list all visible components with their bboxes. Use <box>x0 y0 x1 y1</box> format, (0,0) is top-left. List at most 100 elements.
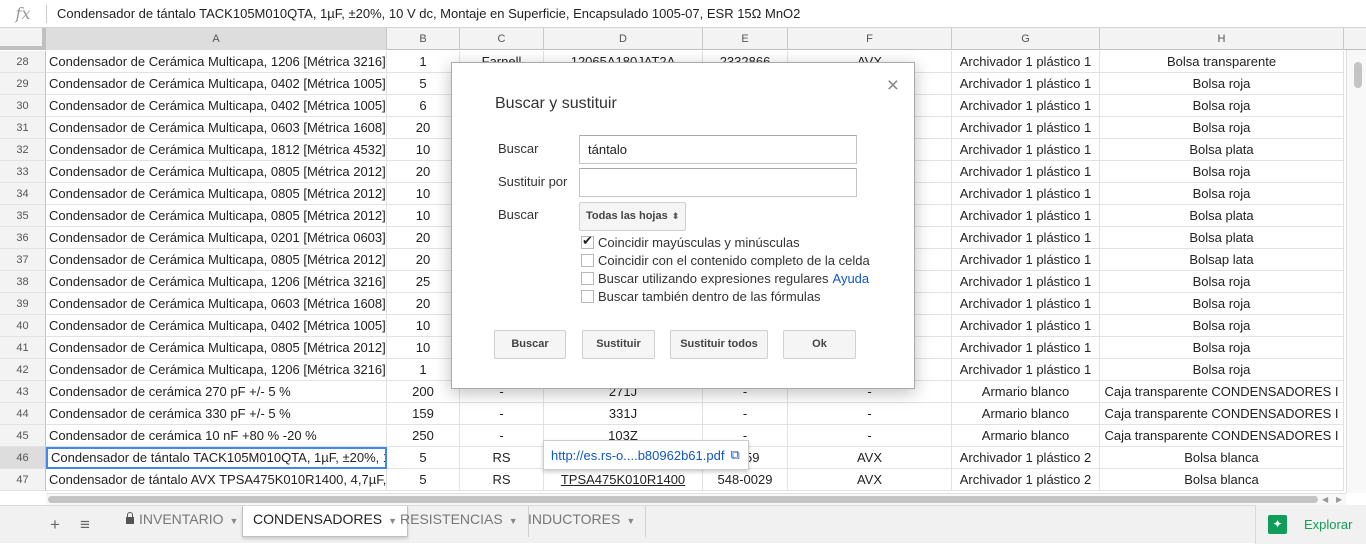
replace-all-button[interactable]: Sustituir todos <box>670 330 768 359</box>
column-header-g[interactable]: G <box>952 28 1100 50</box>
cell-h[interactable]: Bolsa roja <box>1100 315 1344 337</box>
cell-e[interactable]: 548-0029 <box>703 469 788 491</box>
cell-h[interactable]: Bolsap lata <box>1100 249 1344 271</box>
row-number[interactable]: 42 <box>0 359 46 381</box>
cell-a[interactable]: Condensador de Cerámica Multicapa, 1206 … <box>46 359 387 381</box>
cell-b[interactable]: 25 <box>387 271 460 293</box>
column-header-b[interactable]: B <box>387 28 460 50</box>
cell-a[interactable]: Condensador de Cerámica Multicapa, 0805 … <box>46 161 387 183</box>
column-header-c[interactable]: C <box>460 28 544 50</box>
cell-c[interactable]: RS <box>460 447 544 469</box>
cell-h[interactable]: Bolsa roja <box>1100 183 1344 205</box>
replace-button[interactable]: Sustituir <box>582 330 655 359</box>
cell-g[interactable]: Archivador 1 plástico 1 <box>952 337 1100 359</box>
cell-a[interactable]: Condensador de Cerámica Multicapa, 0805 … <box>46 183 387 205</box>
scope-select[interactable]: Todas las hojas ⬍ <box>579 202 687 231</box>
cell-g[interactable]: Archivador 1 plástico 1 <box>952 95 1100 117</box>
cell-g[interactable]: Archivador 1 plástico 1 <box>952 249 1100 271</box>
option-regex[interactable]: Buscar utilizando expresiones regulares … <box>581 271 869 286</box>
row-number[interactable]: 43 <box>0 381 46 403</box>
cell-b[interactable]: 20 <box>387 293 460 315</box>
cell-g[interactable]: Archivador 1 plástico 1 <box>952 205 1100 227</box>
column-header-e[interactable]: E <box>703 28 788 50</box>
column-header-d[interactable]: D <box>544 28 703 50</box>
cell-g[interactable]: Archivador 1 plástico 1 <box>952 293 1100 315</box>
cell-a[interactable]: Condensador de Cerámica Multicapa, 1812 … <box>46 139 387 161</box>
cell-h[interactable]: Bolsa plata <box>1100 227 1344 249</box>
cell-g[interactable]: Archivador 1 plástico 1 <box>952 117 1100 139</box>
row-number[interactable]: 44 <box>0 403 46 425</box>
cell-h[interactable]: Caja transparente CONDENSADORES I <box>1100 381 1344 403</box>
cell-g[interactable]: Archivador 1 plástico 1 <box>952 161 1100 183</box>
row-number[interactable]: 34 <box>0 183 46 205</box>
row-number[interactable]: 31 <box>0 117 46 139</box>
row-number[interactable]: 29 <box>0 73 46 95</box>
column-header-h[interactable]: H <box>1100 28 1344 50</box>
cell-h[interactable]: Bolsa roja <box>1100 117 1344 139</box>
cell-c[interactable]: - <box>460 425 544 447</box>
cell-g[interactable]: Archivador 1 plástico 1 <box>952 139 1100 161</box>
row-number[interactable]: 33 <box>0 161 46 183</box>
cell-h[interactable]: Bolsa roja <box>1100 293 1344 315</box>
replace-input[interactable] <box>579 168 857 197</box>
cell-g[interactable]: Archivador 1 plástico 1 <box>952 271 1100 293</box>
cell-a[interactable]: Condensador de Cerámica Multicapa, 0805 … <box>46 205 387 227</box>
cell-h[interactable]: Bolsa blanca <box>1100 447 1344 469</box>
cell-h[interactable]: Bolsa roja <box>1100 161 1344 183</box>
find-input[interactable] <box>579 135 857 164</box>
cell-a[interactable]: Condensador de cerámica 330 pF +/- 5 % <box>46 403 387 425</box>
cell-g[interactable]: Archivador 1 plástico 1 <box>952 73 1100 95</box>
cell-g[interactable]: Archivador 1 plástico 2 <box>952 469 1100 491</box>
row-number[interactable]: 46 <box>0 447 46 469</box>
row-number[interactable]: 35 <box>0 205 46 227</box>
row-number[interactable]: 40 <box>0 315 46 337</box>
cell-h[interactable]: Bolsa roja <box>1100 337 1344 359</box>
ok-button[interactable]: Ok <box>783 330 856 359</box>
cell-h[interactable]: Bolsa roja <box>1100 271 1344 293</box>
cell-a[interactable]: Condensador de cerámica 270 pF +/- 5 % <box>46 381 387 403</box>
option-match-entire-cell[interactable]: Coincidir con el contenido completo de l… <box>581 253 870 268</box>
cell-b[interactable]: 1 <box>387 51 460 73</box>
vertical-scrollbar[interactable] <box>1346 50 1366 493</box>
cell-a[interactable]: Condensador de tántalo TACK105M010QTA, 1… <box>46 447 387 469</box>
match-case-checkbox[interactable] <box>581 233 594 249</box>
chevron-down-icon[interactable]: ▼ <box>509 516 518 526</box>
cell-b[interactable]: 20 <box>387 249 460 271</box>
cell-d[interactable]: TPSA475K010R1400 <box>544 469 703 491</box>
cell-h[interactable]: Bolsa roja <box>1100 95 1344 117</box>
cell-c[interactable]: RS <box>460 469 544 491</box>
option-search-formulas[interactable]: Buscar también dentro de las fórmulas <box>581 289 821 304</box>
scroll-left-arrow-icon[interactable]: ◀ <box>1322 494 1328 505</box>
row-number[interactable]: 41 <box>0 337 46 359</box>
cell-e[interactable]: - <box>703 403 788 425</box>
cell-a[interactable]: Condensador de Cerámica Multicapa, 1206 … <box>46 271 387 293</box>
cell-a[interactable]: Condensador de Cerámica Multicapa, 0603 … <box>46 293 387 315</box>
vertical-scroll-thumb[interactable] <box>1354 62 1362 88</box>
cell-g[interactable]: Archivador 1 plástico 1 <box>952 183 1100 205</box>
scroll-right-arrow-icon[interactable]: ▶ <box>1336 494 1342 505</box>
cell-b[interactable]: 5 <box>387 73 460 95</box>
cell-b[interactable]: 20 <box>387 227 460 249</box>
cell-c[interactable]: - <box>460 403 544 425</box>
cell-d[interactable]: 331J <box>544 403 703 425</box>
cell-f[interactable]: - <box>788 403 952 425</box>
cell-a[interactable]: Condensador de cerámica 10 nF +80 % -20 … <box>46 425 387 447</box>
cell-g[interactable]: Archivador 1 plástico 1 <box>952 227 1100 249</box>
cell-h[interactable]: Bolsa plata <box>1100 139 1344 161</box>
row-number[interactable]: 39 <box>0 293 46 315</box>
tab-inventario[interactable]: INVENTARIO ▼ <box>116 506 250 537</box>
cell-a[interactable]: Condensador de Cerámica Multicapa, 0402 … <box>46 73 387 95</box>
formula-input[interactable]: Condensador de tántalo TACK105M010QTA, 1… <box>47 6 800 21</box>
cell-b[interactable]: 200 <box>387 381 460 403</box>
cell-f[interactable]: AVX <box>788 447 952 469</box>
option-match-case[interactable]: Coincidir mayúsculas y minúsculas <box>581 233 800 250</box>
cell-h[interactable]: Bolsa transparente <box>1100 51 1344 73</box>
cell-a[interactable]: Condensador de Cerámica Multicapa, 0402 … <box>46 315 387 337</box>
cell-h[interactable]: Bolsa roja <box>1100 359 1344 381</box>
cell-a[interactable]: Condensador de Cerámica Multicapa, 0805 … <box>46 249 387 271</box>
cell-f[interactable]: AVX <box>788 469 952 491</box>
match-entire-cell-checkbox[interactable] <box>581 254 594 267</box>
cell-b[interactable]: 10 <box>387 337 460 359</box>
cell-b[interactable]: 159 <box>387 403 460 425</box>
row-number[interactable]: 32 <box>0 139 46 161</box>
